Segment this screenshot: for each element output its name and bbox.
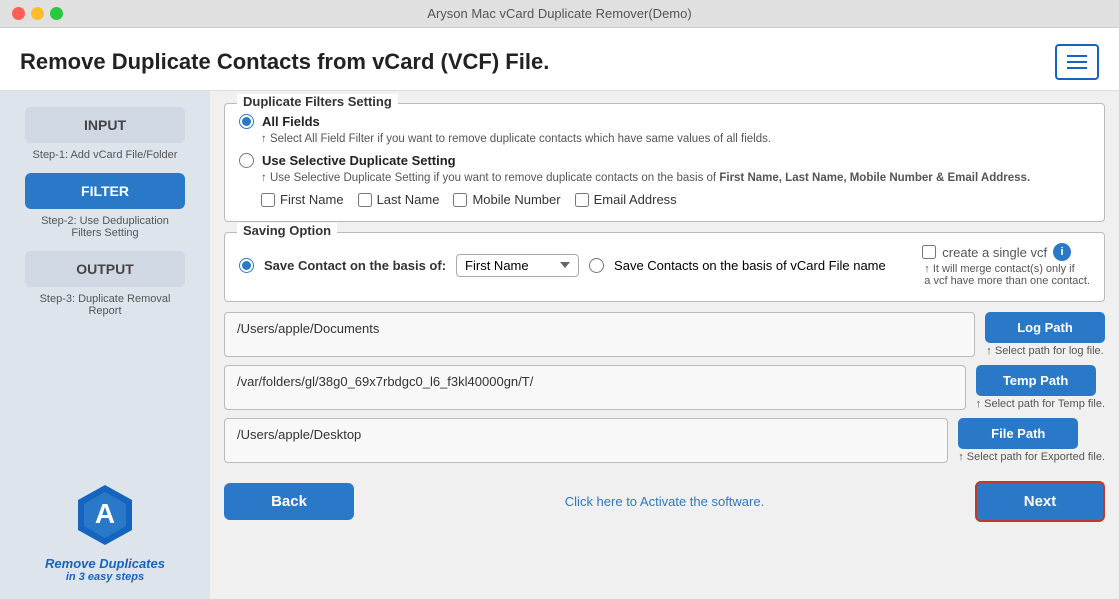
selective-row: Use Selective Duplicate Setting — [239, 153, 1090, 168]
vcf-check-row: create a single vcf i — [922, 243, 1071, 261]
email-check-item: Email Address — [575, 192, 677, 207]
all-fields-radio[interactable] — [239, 114, 254, 129]
saving-legend: Saving Option — [237, 223, 337, 238]
logo-text: Remove Duplicates — [45, 556, 165, 571]
bottom-bar: Back Click here to Activate the software… — [224, 473, 1105, 522]
temp-path-input[interactable]: /var/folders/gl/38g0_69x7rbdgc0_l6_f3kl4… — [224, 365, 966, 410]
titlebar: Aryson Mac vCard Duplicate Remover(Demo) — [0, 0, 1119, 28]
log-path-button[interactable]: Log Path — [985, 312, 1105, 343]
output-button[interactable]: OUTPUT — [25, 251, 185, 287]
svg-text:A: A — [95, 498, 115, 529]
file-path-hint: ↑ Select path for Exported file. — [958, 451, 1105, 463]
saving-fieldset: Saving Option Save Contact on the basis … — [224, 232, 1105, 302]
path-section: /Users/apple/Documents Log Path ↑ Select… — [224, 312, 1105, 463]
last-name-cb-label: Last Name — [377, 192, 440, 207]
logo-subtext: in 3 easy steps — [66, 571, 144, 583]
all-fields-hint: ↑ Select All Field Filter if you want to… — [261, 133, 1090, 145]
sidebar: INPUT Step-1: Add vCard File/Folder FILT… — [0, 91, 210, 599]
last-name-checkbox[interactable] — [358, 193, 372, 207]
app-logo: A — [70, 480, 140, 550]
vcf-right: create a single vcf i ↑ It will merge co… — [922, 243, 1090, 287]
window-title: Aryson Mac vCard Duplicate Remover(Demo) — [427, 6, 691, 21]
last-name-check-item: Last Name — [358, 192, 440, 207]
all-fields-row: All Fields — [239, 114, 1090, 129]
save-basis-label: Save Contact on the basis of: — [264, 258, 446, 273]
log-path-hint: ↑ Select path for log file. — [985, 345, 1105, 357]
maximize-btn[interactable] — [50, 7, 63, 20]
main-panel: Duplicate Filters Setting All Fields ↑ S… — [210, 91, 1119, 599]
output-step-label: Step-3: Duplicate Removal Report — [25, 293, 185, 317]
log-path-row: /Users/apple/Documents Log Path ↑ Select… — [224, 312, 1105, 357]
basis-select[interactable]: First Name Last Name Email Mobile Number — [456, 254, 579, 277]
selective-label: Use Selective Duplicate Setting — [262, 153, 456, 168]
next-button[interactable]: Next — [975, 481, 1105, 522]
filter-step-label: Step-2: Use Deduplication Filters Settin… — [25, 215, 185, 239]
header: Remove Duplicate Contacts from vCard (VC… — [0, 28, 1119, 91]
window-controls — [12, 7, 63, 20]
activate-link[interactable]: Click here to Activate the software. — [565, 494, 764, 509]
back-button[interactable]: Back — [224, 483, 354, 520]
filter-button[interactable]: FILTER — [25, 173, 185, 209]
log-path-side: Log Path ↑ Select path for log file. — [985, 312, 1105, 357]
menu-button[interactable] — [1055, 44, 1099, 80]
mobile-cb-label: Mobile Number — [472, 192, 560, 207]
temp-path-row: /var/folders/gl/38g0_69x7rbdgc0_l6_f3kl4… — [224, 365, 1105, 410]
mobile-checkbox[interactable] — [453, 193, 467, 207]
single-vcf-checkbox[interactable] — [922, 245, 936, 259]
log-path-input[interactable]: /Users/apple/Documents — [224, 312, 975, 357]
sidebar-logo: A Remove Duplicates in 3 easy steps — [45, 480, 165, 583]
save-vcf-radio[interactable] — [589, 258, 604, 273]
close-btn[interactable] — [12, 7, 25, 20]
all-fields-label: All Fields — [262, 114, 320, 129]
selective-hint: ↑ Use Selective Duplicate Setting if you… — [261, 172, 1090, 184]
vcf-hint: ↑ It will merge contact(s) only ifa vcf … — [924, 263, 1090, 287]
saving-options-row: Save Contact on the basis of: First Name… — [239, 243, 1090, 287]
save-vcf-label: Save Contacts on the basis of vCard File… — [614, 258, 886, 273]
file-path-input[interactable]: /Users/apple/Desktop — [224, 418, 948, 463]
file-path-button[interactable]: File Path — [958, 418, 1078, 449]
filter-legend: Duplicate Filters Setting — [237, 94, 398, 109]
email-cb-label: Email Address — [594, 192, 677, 207]
first-name-checkbox[interactable] — [261, 193, 275, 207]
selective-radio[interactable] — [239, 153, 254, 168]
file-path-row: /Users/apple/Desktop File Path ↑ Select … — [224, 418, 1105, 463]
save-basis-radio[interactable] — [239, 258, 254, 273]
input-step-label: Step-1: Add vCard File/Folder — [25, 149, 185, 161]
vcf-check-label: create a single vcf — [942, 245, 1047, 260]
temp-path-side: Temp Path ↑ Select path for Temp file. — [976, 365, 1105, 410]
field-checkboxes: First Name Last Name Mobile Number Email… — [261, 192, 1090, 207]
file-path-side: File Path ↑ Select path for Exported fil… — [958, 418, 1105, 463]
temp-path-button[interactable]: Temp Path — [976, 365, 1096, 396]
hamburger-icon — [1067, 55, 1087, 69]
input-button[interactable]: INPUT — [25, 107, 185, 143]
email-checkbox[interactable] — [575, 193, 589, 207]
minimize-btn[interactable] — [31, 7, 44, 20]
info-icon[interactable]: i — [1053, 243, 1071, 261]
filter-fieldset: Duplicate Filters Setting All Fields ↑ S… — [224, 103, 1105, 222]
page-title: Remove Duplicate Contacts from vCard (VC… — [20, 49, 549, 75]
first-name-check-item: First Name — [261, 192, 344, 207]
temp-path-hint: ↑ Select path for Temp file. — [976, 398, 1105, 410]
mobile-check-item: Mobile Number — [453, 192, 560, 207]
first-name-cb-label: First Name — [280, 192, 344, 207]
